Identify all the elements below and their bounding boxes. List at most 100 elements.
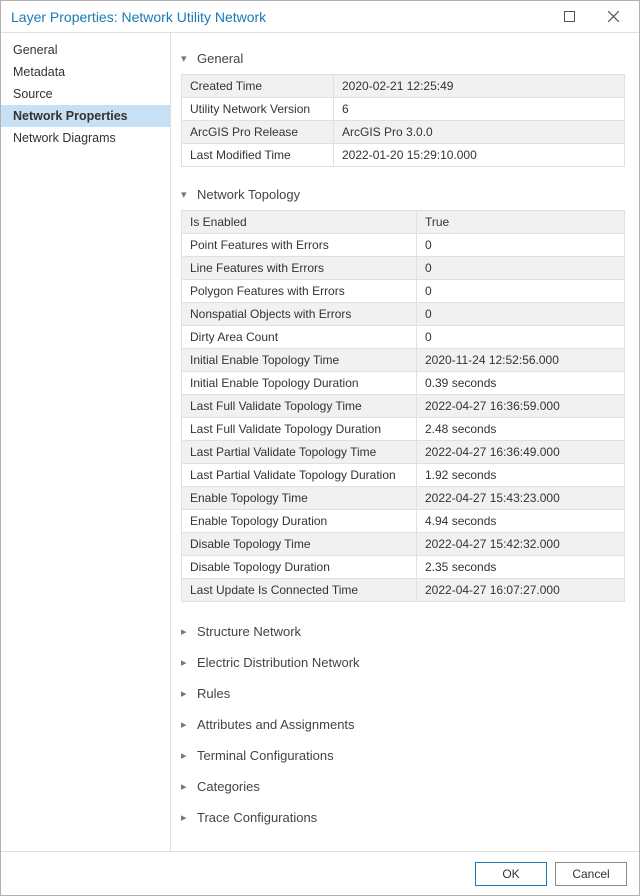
dialog-title: Layer Properties: Network Utility Networ… (11, 9, 547, 25)
section-title: Network Topology (197, 187, 300, 202)
section-title: Categories (197, 779, 260, 794)
table-row: Last Partial Validate Topology Duration1… (182, 464, 625, 487)
property-key: Disable Topology Duration (182, 556, 417, 579)
property-key: Last Modified Time (182, 144, 334, 167)
chevron-right-icon: ▸ (181, 780, 193, 793)
section-title: Terminal Configurations (197, 748, 334, 763)
property-key: Last Full Validate Topology Duration (182, 418, 417, 441)
property-key: Last Partial Validate Topology Duration (182, 464, 417, 487)
property-key: Disable Topology Time (182, 533, 417, 556)
property-value: 2022-04-27 16:36:49.000 (417, 441, 625, 464)
property-key: Polygon Features with Errors (182, 280, 417, 303)
section-header-collapsed[interactable]: ▸Rules (181, 678, 625, 709)
property-value: 0 (417, 280, 625, 303)
sidebar-item-label: Metadata (13, 65, 65, 79)
sidebar-item-network-diagrams[interactable]: Network Diagrams (1, 127, 170, 149)
property-value: 2022-04-27 15:42:32.000 (417, 533, 625, 556)
property-key: Initial Enable Topology Time (182, 349, 417, 372)
table-row: Last Partial Validate Topology Time2022-… (182, 441, 625, 464)
section-title: Trace Configurations (197, 810, 317, 825)
property-value: 0 (417, 234, 625, 257)
property-key: Dirty Area Count (182, 326, 417, 349)
section-header-collapsed[interactable]: ▸Trace Configurations (181, 802, 625, 833)
dialog-body: General Metadata Source Network Properti… (1, 33, 639, 851)
chevron-right-icon: ▸ (181, 687, 193, 700)
property-value: 0 (417, 303, 625, 326)
section-header-collapsed[interactable]: ▸ Terminal Configurations (181, 740, 625, 771)
section-title: Electric Distribution Network (197, 655, 360, 670)
property-value: 0 (417, 257, 625, 280)
property-value: 2022-04-27 16:07:27.000 (417, 579, 625, 602)
table-row: Enable Topology Duration4.94 seconds (182, 510, 625, 533)
section-title: General (197, 51, 243, 66)
section-title: Attributes and Assignments (197, 717, 355, 732)
property-key: Point Features with Errors (182, 234, 417, 257)
section-header-collapsed[interactable]: ▸Structure Network (181, 616, 625, 647)
section-header-general[interactable]: ▾ General (181, 45, 625, 74)
table-row: Nonspatial Objects with Errors0 (182, 303, 625, 326)
table-general: Created Time2020-02-21 12:25:49Utility N… (181, 74, 625, 167)
collapsed-sections: ▸Structure Network▸Electric Distribution… (181, 616, 625, 833)
table-row: Created Time2020-02-21 12:25:49 (182, 75, 625, 98)
titlebar: Layer Properties: Network Utility Networ… (1, 1, 639, 33)
chevron-down-icon: ▾ (181, 188, 193, 201)
property-value: 2022-01-20 15:29:10.000 (334, 144, 625, 167)
property-value: True (417, 211, 625, 234)
section-general: ▾ General Created Time2020-02-21 12:25:4… (181, 45, 625, 167)
table-row: Polygon Features with Errors0 (182, 280, 625, 303)
content-pane: ▾ General Created Time2020-02-21 12:25:4… (171, 33, 639, 851)
sidebar-item-source[interactable]: Source (1, 83, 170, 105)
table-row: Last Modified Time2022-01-20 15:29:10.00… (182, 144, 625, 167)
property-key: Created Time (182, 75, 334, 98)
sidebar-item-label: General (13, 43, 57, 57)
chevron-right-icon: ▸ (181, 625, 193, 638)
property-key: Line Features with Errors (182, 257, 417, 280)
table-row: Last Full Validate Topology Duration2.48… (182, 418, 625, 441)
cancel-button[interactable]: Cancel (555, 862, 627, 886)
property-value: 2020-11-24 12:52:56.000 (417, 349, 625, 372)
sidebar-item-metadata[interactable]: Metadata (1, 61, 170, 83)
property-key: Initial Enable Topology Duration (182, 372, 417, 395)
property-value: 4.94 seconds (417, 510, 625, 533)
close-button[interactable] (591, 1, 635, 33)
chevron-right-icon: ▸ (181, 718, 193, 731)
property-value: 2020-02-21 12:25:49 (334, 75, 625, 98)
property-value: ArcGIS Pro 3.0.0 (334, 121, 625, 144)
section-header-collapsed[interactable]: ▸ Categories (181, 771, 625, 802)
section-header-network-topology[interactable]: ▾ Network Topology (181, 181, 625, 210)
table-row: Point Features with Errors0 (182, 234, 625, 257)
ok-button[interactable]: OK (475, 862, 547, 886)
property-value: 2022-04-27 15:43:23.000 (417, 487, 625, 510)
chevron-right-icon: ▸ (181, 749, 193, 762)
table-row: Disable Topology Duration2.35 seconds (182, 556, 625, 579)
button-label: Cancel (572, 867, 609, 881)
property-key: Last Partial Validate Topology Time (182, 441, 417, 464)
maximize-button[interactable] (547, 1, 591, 33)
section-header-collapsed[interactable]: ▸Electric Distribution Network (181, 647, 625, 678)
section-network-topology: ▾ Network Topology Is EnabledTruePoint F… (181, 181, 625, 602)
dialog-footer: OK Cancel (1, 851, 639, 895)
sidebar-item-general[interactable]: General (1, 39, 170, 61)
property-value: 2.48 seconds (417, 418, 625, 441)
property-key: Is Enabled (182, 211, 417, 234)
sidebar-item-label: Network Diagrams (13, 131, 116, 145)
property-value: 2022-04-27 16:36:59.000 (417, 395, 625, 418)
table-row: Disable Topology Time2022-04-27 15:42:32… (182, 533, 625, 556)
property-key: Last Full Validate Topology Time (182, 395, 417, 418)
table-row: Last Full Validate Topology Time2022-04-… (182, 395, 625, 418)
sidebar-item-network-properties[interactable]: Network Properties (1, 105, 170, 127)
section-header-collapsed[interactable]: ▸ Attributes and Assignments (181, 709, 625, 740)
table-row: Dirty Area Count0 (182, 326, 625, 349)
table-network-topology: Is EnabledTruePoint Features with Errors… (181, 210, 625, 602)
table-row: Utility Network Version6 (182, 98, 625, 121)
table-row: Enable Topology Time2022-04-27 15:43:23.… (182, 487, 625, 510)
table-row: ArcGIS Pro ReleaseArcGIS Pro 3.0.0 (182, 121, 625, 144)
property-key: ArcGIS Pro Release (182, 121, 334, 144)
close-icon (608, 11, 619, 22)
chevron-down-icon: ▾ (181, 52, 193, 65)
property-key: Enable Topology Time (182, 487, 417, 510)
maximize-icon (564, 11, 575, 22)
property-key: Enable Topology Duration (182, 510, 417, 533)
table-row: Initial Enable Topology Time2020-11-24 1… (182, 349, 625, 372)
table-row: Is EnabledTrue (182, 211, 625, 234)
